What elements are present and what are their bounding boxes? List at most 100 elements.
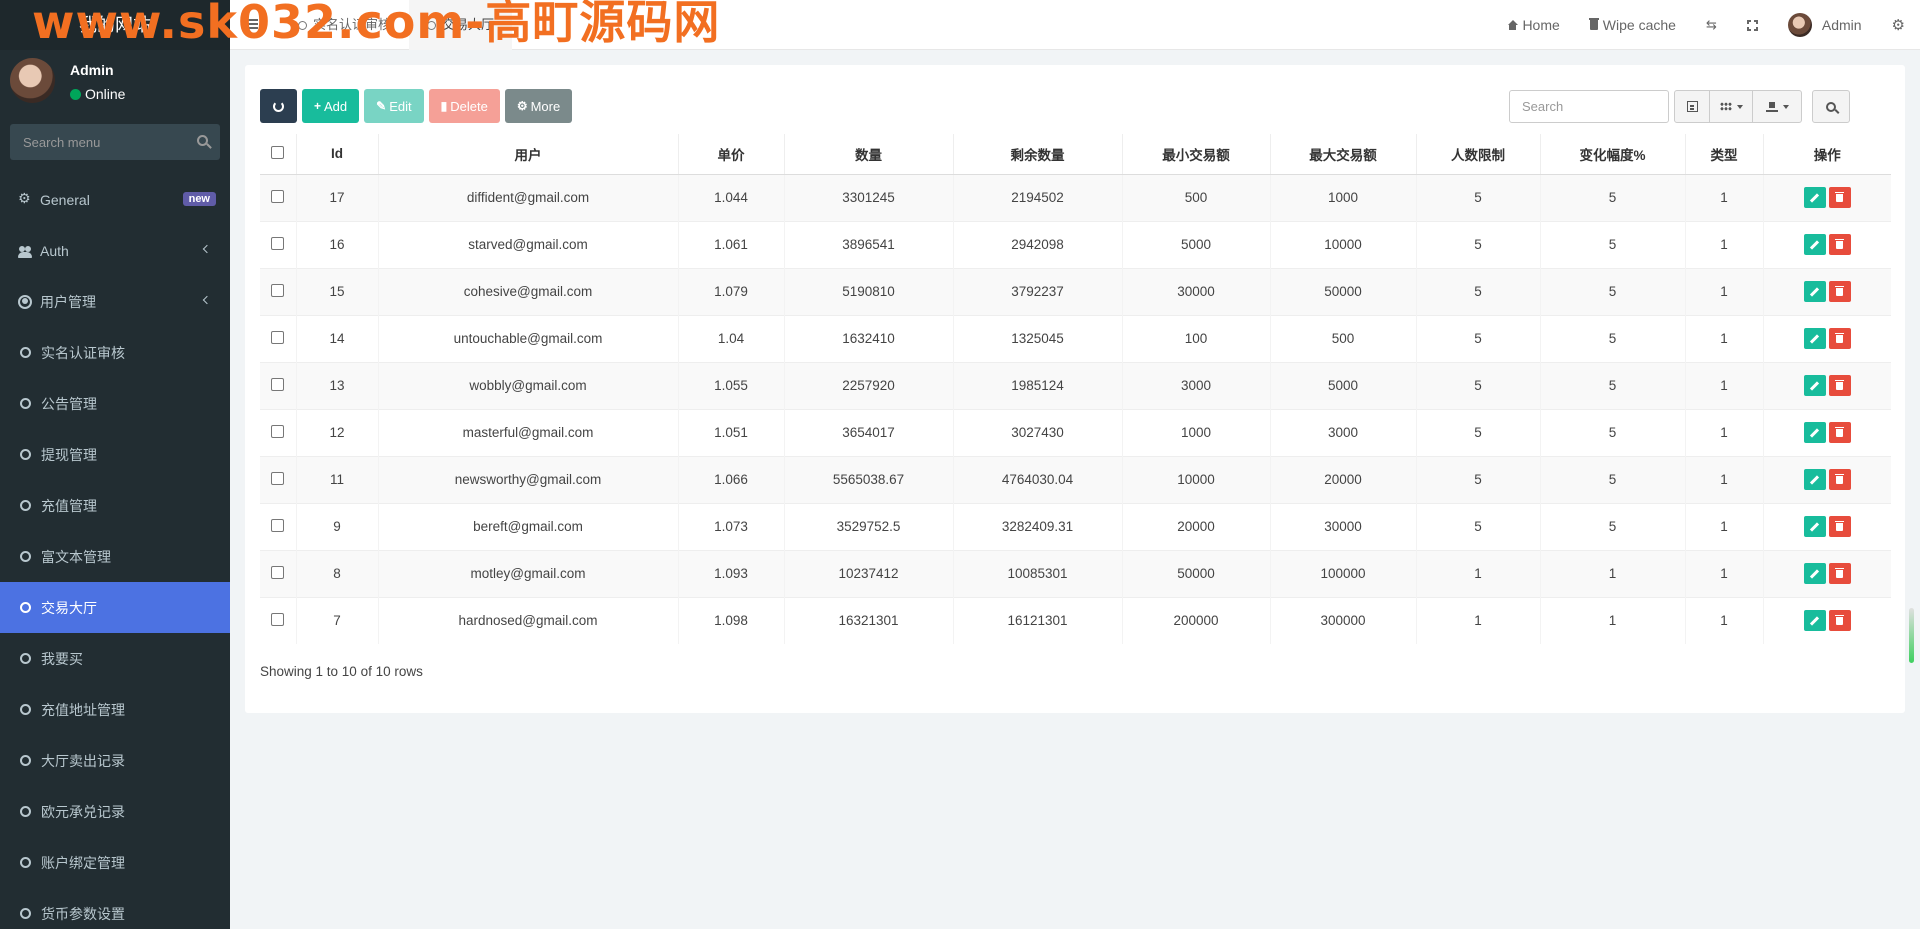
sidebar-item-auth[interactable]: Auth — [0, 225, 230, 276]
sidebar-item-general[interactable]: General new — [0, 174, 230, 225]
select-all-checkbox[interactable] — [271, 145, 285, 159]
language-button[interactable]: ⇆ — [1691, 0, 1732, 50]
toggle-view-button[interactable] — [1674, 90, 1710, 123]
row-edit-button[interactable] — [1803, 516, 1826, 537]
row-delete-button[interactable] — [1828, 281, 1851, 302]
sidebar-item-withdrawals[interactable]: 提现管理 — [0, 429, 230, 480]
col-min-amount[interactable]: 最小交易额 — [1121, 134, 1270, 175]
row-checkbox[interactable] — [271, 612, 285, 626]
col-change-rate[interactable]: 变化幅度% — [1539, 134, 1685, 175]
columns-button[interactable] — [1709, 90, 1753, 123]
table-row[interactable]: 16 starved@gmail.com 1.061 3896541 2942098 50… — [260, 220, 1891, 268]
export-button[interactable] — [1752, 90, 1802, 123]
row-select-cell[interactable] — [260, 502, 296, 550]
add-button[interactable]: + Add — [302, 89, 360, 123]
row-checkbox[interactable] — [271, 330, 285, 344]
row-delete-button[interactable] — [1828, 563, 1851, 584]
user-menu[interactable]: Admin — [1773, 0, 1877, 50]
sidebar-item-hall-sales[interactable]: 大厅卖出记录 — [0, 735, 230, 786]
table-row[interactable]: 7 hardnosed@gmail.com 1.098 16321301 1612130… — [260, 596, 1891, 644]
table-row[interactable]: 12 masterful@gmail.com 1.051 3654017 3027430… — [260, 408, 1891, 456]
row-select-cell[interactable] — [260, 220, 296, 268]
table-row[interactable]: 8 motley@gmail.com 1.093 10237412 10085301 50… — [260, 549, 1891, 597]
wipe-cache-button[interactable]: Wipe cache — [1575, 0, 1691, 50]
new-badge: new — [182, 192, 216, 206]
row-select-cell[interactable] — [260, 455, 296, 503]
search-icon[interactable] — [197, 135, 208, 146]
table-row[interactable]: 17 diffident@gmail.com 1.044 3301245 2194502… — [260, 173, 1891, 221]
row-checkbox[interactable] — [271, 471, 285, 485]
col-type[interactable]: 类型 — [1684, 134, 1763, 175]
row-checkbox[interactable] — [271, 377, 285, 391]
sidebar-item-euro-acceptance[interactable]: 欧元承兑记录 — [0, 786, 230, 837]
col-id[interactable]: Id — [295, 134, 378, 175]
col-remaining[interactable]: 剩余数量 — [952, 134, 1122, 175]
row-edit-button[interactable] — [1803, 187, 1826, 208]
settings-button[interactable]: ⚙ — [1877, 0, 1920, 50]
sidebar-item-rich-text[interactable]: 富文本管理 — [0, 531, 230, 582]
search-button[interactable] — [1812, 90, 1850, 123]
cell-min-amount: 500 — [1121, 173, 1270, 221]
row-select-cell[interactable] — [260, 549, 296, 597]
row-edit-button[interactable] — [1803, 422, 1826, 443]
row-delete-button[interactable] — [1828, 375, 1851, 396]
gear-icon: ⚙ — [1891, 17, 1905, 34]
select-all-header[interactable] — [260, 134, 296, 175]
row-delete-button[interactable] — [1828, 610, 1851, 632]
home-link[interactable]: Home — [1492, 0, 1574, 50]
col-user[interactable]: 用户 — [377, 134, 678, 175]
sidebar-item-real-name-review[interactable]: 实名认证审核 — [0, 327, 230, 378]
row-select-cell[interactable] — [260, 267, 296, 315]
row-checkbox[interactable] — [271, 236, 285, 250]
row-checkbox[interactable] — [271, 189, 285, 203]
row-select-cell[interactable] — [260, 361, 296, 409]
row-select-cell[interactable] — [260, 596, 296, 644]
row-delete-button[interactable] — [1828, 234, 1851, 255]
col-max-amount[interactable]: 最大交易额 — [1269, 134, 1416, 175]
scroll-indicator[interactable] — [1909, 608, 1914, 663]
table-search-input[interactable] — [1509, 90, 1669, 123]
sidebar-item-recharge[interactable]: 充值管理 — [0, 480, 230, 531]
row-edit-button[interactable] — [1803, 375, 1826, 396]
search-menu-input[interactable] — [10, 124, 220, 160]
row-delete-button[interactable] — [1828, 187, 1851, 208]
row-checkbox[interactable] — [271, 424, 285, 438]
table-row[interactable]: 14 untouchable@gmail.com 1.04 1632410 132504… — [260, 314, 1891, 362]
row-checkbox[interactable] — [271, 518, 285, 532]
row-edit-button[interactable] — [1803, 234, 1826, 255]
table-row[interactable]: 9 bereft@gmail.com 1.073 3529752.5 3282409.3… — [260, 502, 1891, 550]
sidebar-item-currency-settings[interactable]: 货币参数设置 — [0, 888, 230, 929]
sidebar-item-account-binding[interactable]: 账户绑定管理 — [0, 837, 230, 888]
table-row[interactable]: 13 wobbly@gmail.com 1.055 2257920 1985124 300… — [260, 361, 1891, 409]
table-row[interactable]: 11 newsworthy@gmail.com 1.066 5565038.67 476… — [260, 455, 1891, 503]
row-delete-button[interactable] — [1828, 469, 1851, 490]
sidebar-item-user-management[interactable]: 用户管理 — [0, 276, 230, 327]
row-select-cell[interactable] — [260, 408, 296, 456]
row-edit-button[interactable] — [1803, 328, 1826, 349]
cell-type: 1 — [1684, 596, 1763, 644]
edit-button[interactable]: ✎ Edit — [364, 89, 424, 123]
row-delete-button[interactable] — [1828, 516, 1851, 537]
sidebar-item-trading-hall[interactable]: 交易大厅 — [0, 582, 230, 633]
row-select-cell[interactable] — [260, 314, 296, 362]
row-checkbox[interactable] — [271, 283, 285, 297]
row-delete-button[interactable] — [1828, 328, 1851, 349]
col-person-limit[interactable]: 人数限制 — [1415, 134, 1540, 175]
row-edit-button[interactable] — [1803, 469, 1826, 490]
sidebar-item-announcements[interactable]: 公告管理 — [0, 378, 230, 429]
refresh-button[interactable] — [260, 89, 297, 123]
row-edit-button[interactable] — [1803, 281, 1826, 302]
row-checkbox[interactable] — [271, 565, 285, 579]
sidebar-item-buy[interactable]: 我要买 — [0, 633, 230, 684]
col-quantity[interactable]: 数量 — [783, 134, 953, 175]
table-row[interactable]: 15 cohesive@gmail.com 1.079 5190810 3792237 3… — [260, 267, 1891, 315]
row-delete-button[interactable] — [1828, 422, 1851, 443]
col-price[interactable]: 单价 — [677, 134, 784, 175]
sidebar-item-recharge-address[interactable]: 充值地址管理 — [0, 684, 230, 735]
row-edit-button[interactable] — [1803, 563, 1826, 584]
more-button[interactable]: ⚙ More — [504, 89, 573, 123]
row-edit-button[interactable] — [1803, 610, 1826, 632]
row-select-cell[interactable] — [260, 173, 296, 221]
fullscreen-button[interactable] — [1732, 0, 1773, 50]
delete-button[interactable]: ▮ Delete — [428, 89, 500, 123]
